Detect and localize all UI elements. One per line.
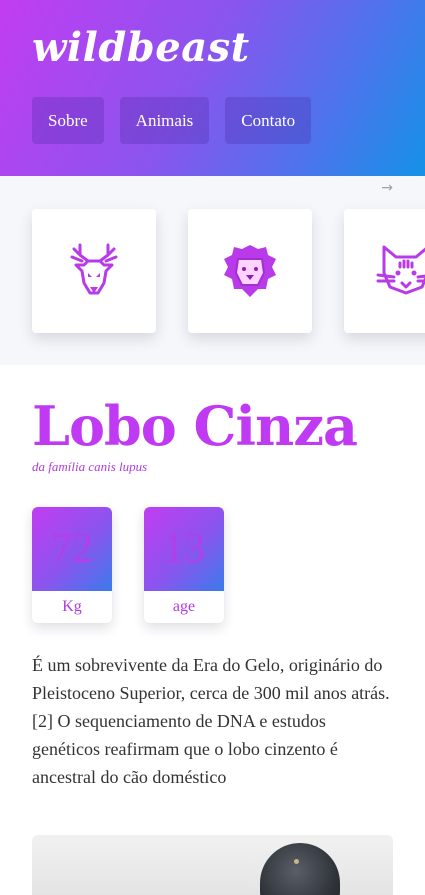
animal-description: É um sobrevivente da Era do Gelo, origin…	[32, 655, 390, 787]
stat-weight-label: Kg	[62, 598, 82, 615]
animal-photo	[32, 835, 393, 895]
stat-age-value: 13	[144, 507, 224, 591]
stat-weight-value: 72	[32, 507, 112, 591]
deer-icon	[70, 243, 118, 295]
logo[interactable]: wildbeast	[32, 24, 250, 71]
animal-family: da família canis lupus	[32, 459, 148, 474]
animal-card-deer[interactable]	[32, 209, 156, 333]
scroll-arrow-icon[interactable]: →	[381, 180, 393, 196]
stat-weight: 72 Kg	[32, 507, 112, 623]
main-nav: Sobre Animais Contato	[32, 97, 312, 144]
stat-age: 13 age	[144, 507, 224, 623]
lion-icon	[224, 245, 276, 297]
bird-image-shape	[260, 843, 340, 895]
nav-sobre-button[interactable]: Sobre	[32, 97, 104, 144]
site-header: wildbeast Sobre Animais Contato	[0, 0, 425, 176]
nav-contato-button[interactable]: Contato	[225, 97, 312, 144]
animal-card-lion[interactable]	[188, 209, 312, 333]
animal-detail: Lobo Cinza da família canis lupus 72 Kg …	[0, 395, 425, 895]
animal-card-cat[interactable]	[344, 209, 425, 333]
animal-name: Lobo Cinza	[32, 394, 358, 458]
cat-icon	[376, 245, 425, 295]
stat-age-label: age	[172, 598, 196, 615]
animal-card-list	[32, 209, 425, 333]
animal-stats: 72 Kg 13 age	[32, 507, 393, 623]
nav-animais-button[interactable]: Animais	[119, 97, 210, 144]
animal-gallery[interactable]: →	[0, 176, 425, 365]
bird-eye	[294, 859, 299, 864]
